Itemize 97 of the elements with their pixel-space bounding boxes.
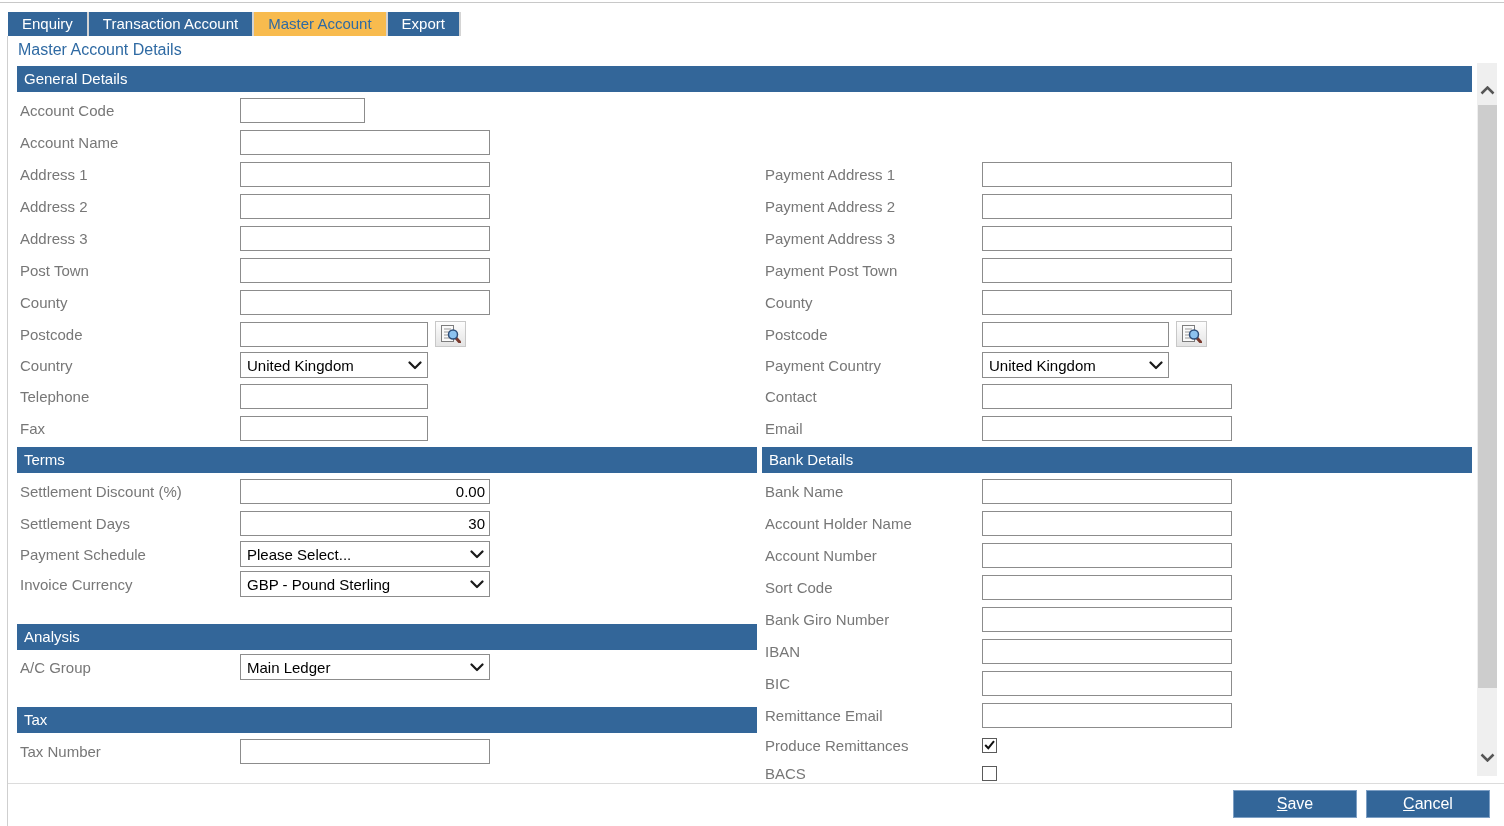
field-label: Email — [764, 419, 804, 437]
chevron-down-icon — [470, 662, 484, 672]
field-label: Payment Schedule — [19, 545, 147, 563]
field-label: Invoice Currency — [19, 575, 134, 593]
field-label: Account Holder Name — [764, 514, 913, 532]
scrollbar[interactable] — [1477, 63, 1497, 776]
input-field[interactable] — [240, 129, 490, 155]
input-field[interactable] — [982, 257, 1232, 283]
field-label: County — [764, 293, 814, 311]
field-label: Tax Number — [19, 742, 102, 760]
field-label: Payment Country — [764, 356, 882, 374]
input-field[interactable] — [982, 542, 1232, 568]
input-field[interactable] — [240, 383, 428, 409]
field-label: Payment Post Town — [764, 261, 899, 279]
section-header: Tax — [17, 707, 757, 733]
field-label: Country — [19, 356, 74, 374]
chevron-down-icon — [1479, 753, 1495, 762]
input-field[interactable] — [240, 225, 490, 251]
field-label: Fax — [19, 419, 46, 437]
field-label: Sort Code — [764, 578, 834, 596]
lookup-button[interactable] — [1176, 321, 1207, 347]
checkbox[interactable] — [982, 737, 997, 753]
field-label: Account Name — [19, 133, 120, 151]
field-label: Bank Name — [764, 482, 845, 500]
field-label: Remittance Email — [764, 706, 884, 724]
field-label: IBAN — [764, 642, 801, 660]
section-header: Bank Details — [762, 447, 1472, 473]
field-label: Post Town — [19, 261, 90, 279]
field-label: BIC — [764, 674, 791, 692]
input-field[interactable] — [982, 574, 1232, 600]
input-field[interactable] — [982, 606, 1232, 632]
chevron-down-icon — [470, 549, 484, 559]
field-label: Payment Address 1 — [764, 165, 897, 183]
field-label: Produce Remittances — [764, 736, 910, 754]
tab[interactable]: Transaction Account — [88, 12, 255, 36]
input-field[interactable] — [982, 383, 1232, 409]
field-label: Address 2 — [19, 197, 89, 215]
field-label: BACS — [764, 764, 807, 782]
input-field[interactable] — [982, 702, 1232, 728]
field-label: Payment Address 3 — [764, 229, 897, 247]
field-label: Postcode — [19, 325, 84, 343]
section-header: General Details — [17, 66, 1472, 92]
dropdown[interactable]: United Kingdom — [982, 352, 1169, 378]
chevron-up-icon — [1479, 86, 1495, 95]
dropdown[interactable]: Please Select... — [240, 541, 490, 567]
field-label: Postcode — [764, 325, 829, 343]
field-label: Address 3 — [19, 229, 89, 247]
field-label: Address 1 — [19, 165, 89, 183]
input-field[interactable] — [240, 738, 490, 764]
input-field[interactable] — [240, 415, 428, 441]
field-label: Payment Address 2 — [764, 197, 897, 215]
input-field[interactable]: 0.00 — [240, 478, 490, 504]
field-label: A/C Group — [19, 658, 92, 676]
scrollbar-thumb[interactable] — [1478, 105, 1497, 688]
input-field[interactable] — [982, 321, 1169, 347]
checkmark-icon — [984, 740, 995, 750]
field-label: Contact — [764, 387, 818, 405]
field-label: Account Code — [19, 101, 116, 119]
input-field[interactable]: 30 — [240, 510, 490, 536]
input-field[interactable] — [982, 478, 1232, 504]
lookup-button[interactable] — [435, 321, 466, 347]
input-field[interactable] — [982, 193, 1232, 219]
section-header: Terms — [17, 447, 757, 473]
document-search-icon — [1181, 325, 1202, 343]
input-field[interactable] — [982, 225, 1232, 251]
input-field[interactable] — [240, 257, 490, 283]
input-field[interactable] — [982, 289, 1232, 315]
input-field[interactable] — [982, 638, 1232, 664]
field-label: Account Number — [764, 546, 878, 564]
input-field[interactable] — [982, 161, 1232, 187]
input-field[interactable] — [982, 670, 1232, 696]
cancel-button[interactable]: Cancel — [1366, 790, 1490, 818]
field-label: County — [19, 293, 69, 311]
dropdown[interactable]: United Kingdom — [240, 352, 428, 378]
input-field[interactable] — [240, 97, 365, 123]
document-search-icon — [440, 325, 461, 343]
field-label: Bank Giro Number — [764, 610, 891, 628]
chevron-down-icon — [408, 360, 422, 370]
input-field[interactable] — [240, 321, 428, 347]
input-field[interactable] — [982, 415, 1232, 441]
input-field[interactable] — [982, 510, 1232, 536]
tab[interactable]: Export — [387, 12, 461, 36]
dropdown[interactable]: GBP - Pound Sterling — [240, 571, 490, 597]
field-label: Settlement Days — [19, 514, 132, 532]
checkbox[interactable] — [982, 765, 997, 781]
input-field[interactable] — [240, 161, 490, 187]
save-button[interactable]: Save — [1233, 790, 1357, 818]
input-field[interactable] — [240, 193, 490, 219]
tab[interactable]: Enquiry — [8, 12, 89, 36]
page-title: Master Account Details — [18, 40, 182, 59]
dropdown[interactable]: Main Ledger — [240, 654, 490, 680]
section-header: Analysis — [17, 624, 757, 650]
field-label: Telephone — [19, 387, 91, 405]
field-label: Settlement Discount (%) — [19, 482, 183, 500]
chevron-down-icon — [1149, 360, 1163, 370]
input-field[interactable] — [240, 289, 490, 315]
chevron-down-icon — [470, 579, 484, 589]
